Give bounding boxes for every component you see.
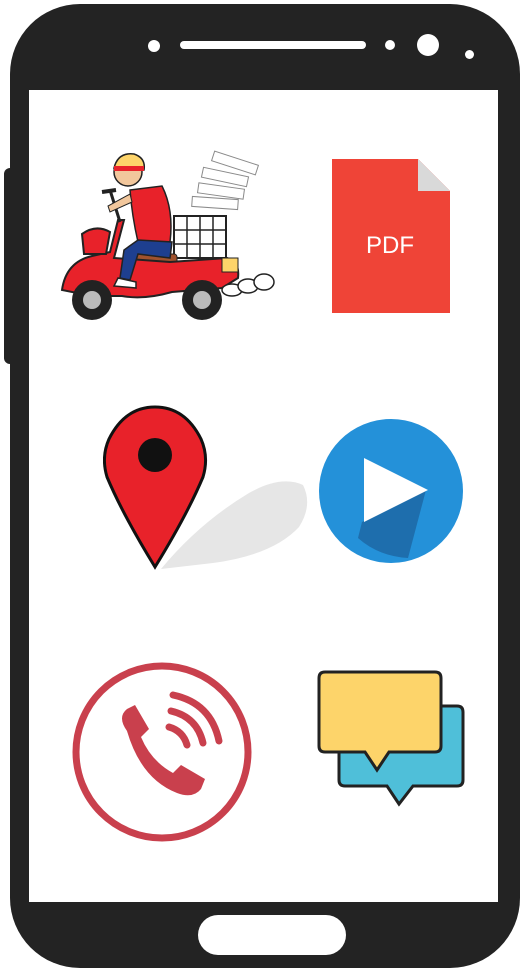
pdf-app[interactable]: PDF	[332, 159, 452, 313]
chat-app[interactable]	[317, 670, 467, 810]
indicator-dot	[465, 50, 474, 59]
phone-call-icon	[72, 662, 252, 842]
home-button[interactable]	[198, 915, 346, 955]
maps-app[interactable]	[103, 405, 309, 571]
earpiece-speaker	[180, 41, 366, 49]
map-pin-icon	[103, 405, 308, 570]
video-app[interactable]	[318, 418, 464, 564]
play-icon	[319, 419, 463, 563]
pdf-label: PDF	[366, 232, 414, 259]
phone-app[interactable]	[71, 661, 253, 843]
front-camera	[417, 34, 439, 56]
light-sensor	[385, 40, 395, 50]
pdf-file-icon: PDF	[332, 159, 450, 313]
phone-device: PDF	[0, 0, 527, 973]
delivery-app[interactable]	[52, 150, 277, 325]
proximity-sensor	[148, 40, 160, 52]
delivery-scooter-icon	[60, 150, 275, 320]
chat-bubbles-icon	[317, 670, 465, 807]
